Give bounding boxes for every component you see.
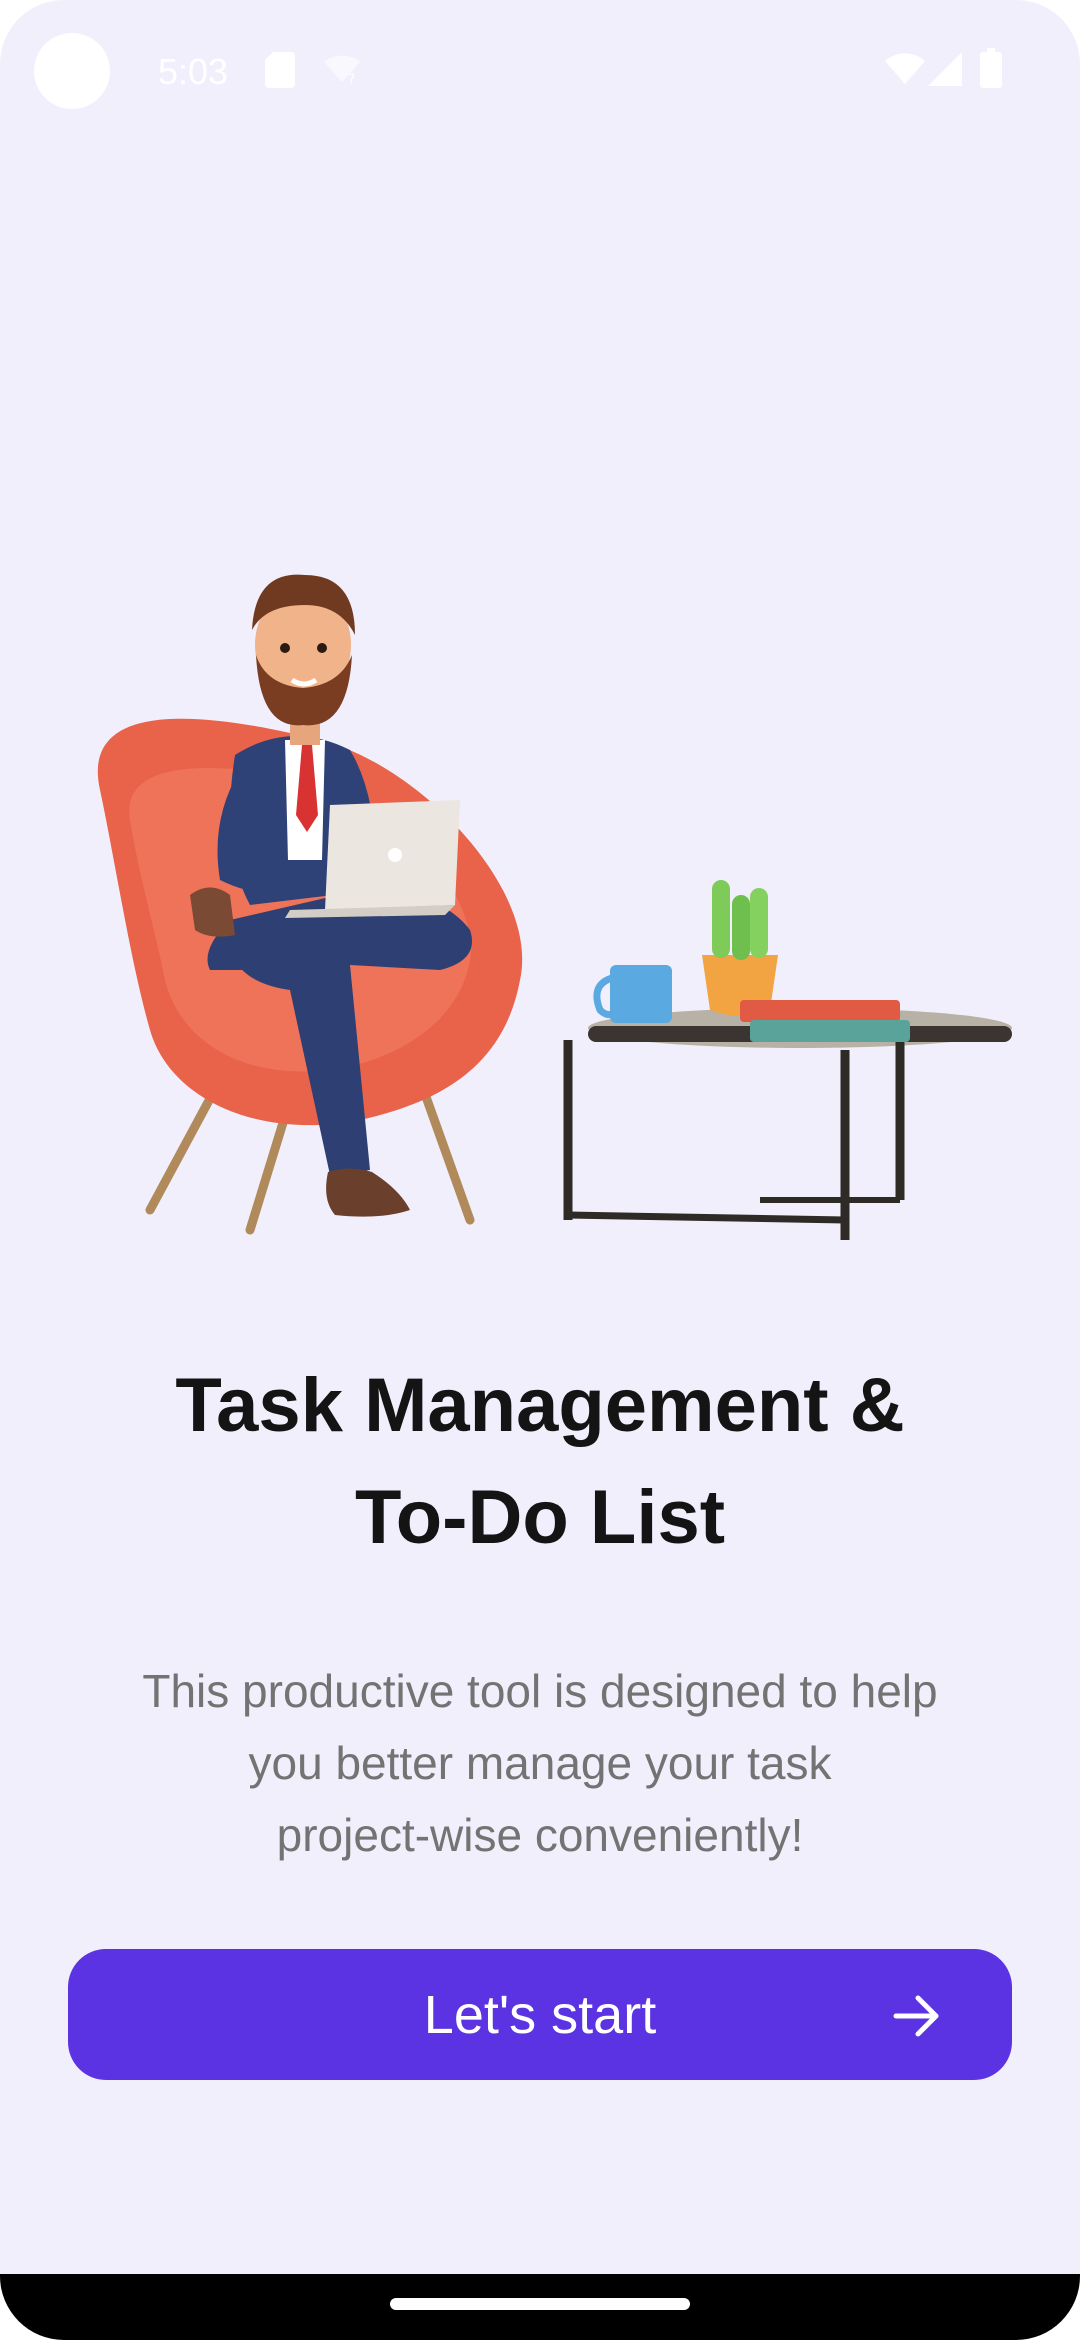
lets-start-button[interactable]: Let's start — [68, 1949, 1012, 2080]
page-title-line2: To-Do List — [354, 1475, 726, 1560]
description-line2: you better manage your task — [248, 1737, 832, 1789]
signal-icon — [928, 52, 962, 86]
front-camera — [34, 33, 110, 109]
arrow-right-icon — [893, 1995, 939, 2037]
cactus-plant — [702, 880, 778, 1016]
description-line3: project-wise conveniently! — [276, 1809, 804, 1861]
page-description: This productive tool is designed to help… — [80, 1655, 1000, 1871]
wifi-icon — [885, 53, 925, 84]
battery-icon — [980, 48, 1002, 88]
home-indicator[interactable] — [390, 2298, 690, 2310]
coffee-table — [563, 1008, 1012, 1240]
lets-start-label: Let's start — [423, 1984, 657, 2045]
status-time: 5:03 — [158, 51, 229, 92]
page-title-line1: Task Management & — [175, 1363, 905, 1448]
screen: 5:03 ? Task Management & To-Do List This… — [0, 0, 1080, 2340]
mug — [593, 965, 672, 1023]
onboarding-illustration — [97, 574, 1012, 1240]
wifi-off-icon: ? — [324, 55, 360, 86]
svg-text:?: ? — [348, 72, 355, 86]
books — [740, 1000, 910, 1042]
status-bar: 5:03 ? — [0, 0, 1080, 140]
description-line1: This productive tool is designed to help — [142, 1665, 938, 1717]
sd-card-icon — [265, 52, 295, 88]
page-title: Task Management & To-Do List — [80, 1350, 1000, 1574]
